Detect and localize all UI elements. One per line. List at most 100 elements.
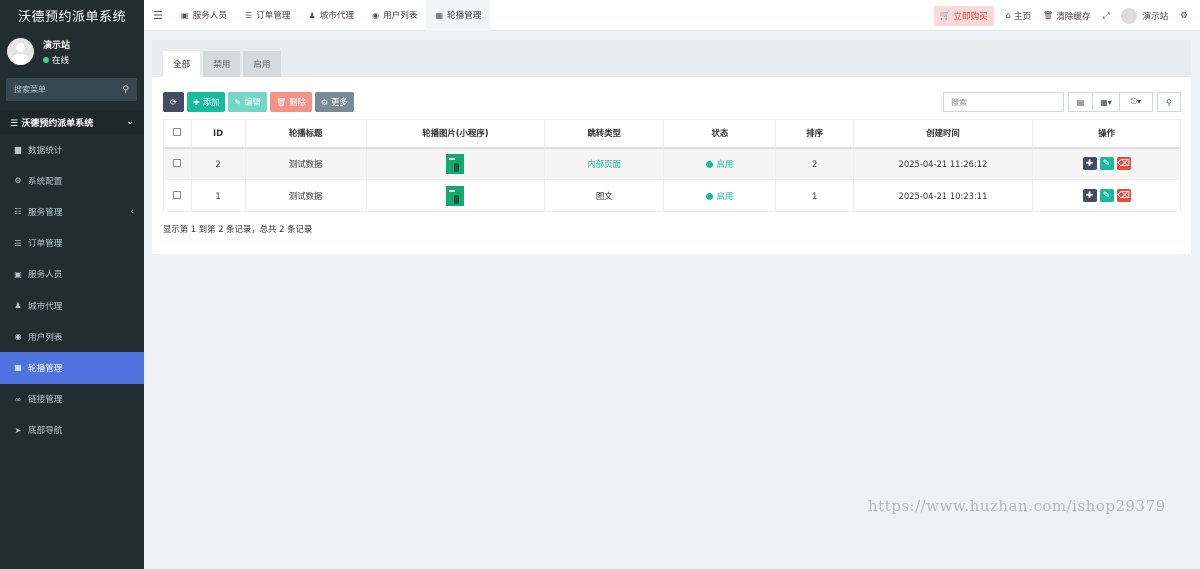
send-icon: ➤ <box>14 425 22 435</box>
filter-tabs: 全部 禁用 启用 <box>152 40 1191 77</box>
menu-toggle-icon[interactable]: ☰ <box>144 9 172 22</box>
plus-icon: ✚ <box>193 97 200 107</box>
select-all-checkbox[interactable] <box>173 128 182 137</box>
app-title[interactable]: 沃德预约派单系统 <box>0 0 144 31</box>
cell-sort: 2 <box>775 147 854 180</box>
banner-thumbnail[interactable] <box>446 185 465 206</box>
trash-icon: 🗑 <box>1043 11 1054 20</box>
row-edit-button[interactable]: ✎ <box>1099 157 1114 171</box>
filter-tab-enabled[interactable]: 启用 <box>243 51 281 77</box>
settings-gear-icon[interactable]: ⚙ <box>1180 11 1188 21</box>
list-icon: ☷ <box>14 207 22 217</box>
tab-banners[interactable]: ▦ 轮播管理 <box>426 0 491 31</box>
export-button[interactable]: ⎋▾ <box>1120 92 1153 112</box>
trash-icon: 🗑 <box>275 97 287 107</box>
search-icon[interactable]: ⚲ <box>122 85 129 95</box>
col-sort[interactable]: 排序 <box>775 119 854 149</box>
tab-staff[interactable]: ▣ 服务人员 <box>172 0 236 31</box>
table-icon: ▤ <box>1076 97 1085 107</box>
row-checkbox[interactable] <box>173 158 182 167</box>
cell-title: 测试数据 <box>244 147 367 180</box>
user-circle-icon: ◉ <box>14 332 22 342</box>
buy-button[interactable]: 🛒 立即购买 <box>933 5 994 26</box>
list-icon: ☰ <box>244 10 253 20</box>
id-card-icon: ▣ <box>181 10 189 20</box>
status-dot-icon <box>706 192 714 200</box>
menu-search-input[interactable]: 搜索菜单 ⚲ <box>6 78 137 101</box>
delete-button[interactable]: 🗑 删除 <box>269 92 312 112</box>
filter-tab-all[interactable]: 全部 <box>163 51 201 77</box>
row-actions: ✚ ✎ ⌫ <box>1082 157 1131 171</box>
content-panel: 全部 禁用 启用 ⟳ ✚ 添加 ✎ 编辑 🗑 删除 ⚙ 更多 搜索 ▤ ▦▾ ⎋▾ ⚲ … <box>152 40 1191 254</box>
row-delete-button[interactable]: ⌫ <box>1116 189 1131 202</box>
row-edit-button[interactable]: ✎ <box>1099 189 1114 202</box>
tab-agents[interactable]: ♟ 城市代理 <box>300 0 364 31</box>
edit-button[interactable]: ✎ 编辑 <box>228 92 267 112</box>
advanced-search-button[interactable]: ⚲ <box>1157 92 1181 112</box>
user-panel: 演示站 在线 <box>0 31 144 72</box>
fullscreen-icon[interactable]: ⤢ <box>1103 11 1110 21</box>
banner-thumbnail[interactable] <box>446 153 465 174</box>
sidebar-item-users[interactable]: ◉ 用户列表 <box>0 321 144 352</box>
image-icon: ▦ <box>435 10 444 20</box>
user-menu[interactable]: 演示站 <box>1121 7 1168 24</box>
col-title[interactable]: 轮播标题 <box>244 119 367 149</box>
home-link[interactable]: ⌂ 主页 <box>1006 10 1031 22</box>
cell-status[interactable]: 启用 <box>716 191 733 201</box>
online-dot-icon <box>43 56 49 63</box>
top-navbar: ☰ ▣ 服务人员 ☰ 订单管理 ♟ 城市代理 ◉ 用户列表 ▦ 轮播管理 🛒 立即购买 ⌂ 主… <box>144 0 1200 31</box>
row-delete-button[interactable]: ⌫ <box>1116 157 1131 171</box>
chevron-left-icon: ‹ <box>130 206 134 217</box>
table-row[interactable]: 1 测试数据 图文 启用 1 2025-04-21 10:23:11 ✚ ✎ ⌫ <box>163 179 1181 212</box>
tab-orders[interactable]: ☰ 订单管理 <box>236 0 300 31</box>
export-icon: ⎋▾ <box>1130 97 1142 106</box>
tab-users[interactable]: ◉ 用户列表 <box>363 0 426 31</box>
home-icon: ⌂ <box>1005 11 1011 20</box>
table-header-row: ID 轮播标题 轮播图片(小程序) 跳转类型 状态 排序 创建时间 操作 <box>163 119 1181 149</box>
cell-id: 1 <box>190 179 246 212</box>
sidebar-item-banners[interactable]: ▦ 轮播管理 <box>0 352 144 384</box>
sidebar-item-orders[interactable]: ☰ 订单管理 <box>0 228 144 259</box>
drag-sort-button[interactable]: ✚ <box>1082 189 1097 202</box>
col-status[interactable]: 状态 <box>663 119 777 149</box>
gear-icon: ⚙ <box>320 97 329 107</box>
cell-status[interactable]: 启用 <box>716 159 733 169</box>
sidebar-item-config[interactable]: ⚙ 系统配置 <box>0 165 144 196</box>
sidebar-item-services[interactable]: ☷ 服务管理 ‹ <box>0 196 144 227</box>
col-created[interactable]: 创建时间 <box>852 119 1034 149</box>
row-checkbox[interactable] <box>173 190 182 199</box>
more-button[interactable]: ⚙ 更多 <box>314 92 354 112</box>
trash-icon: ⌫ <box>1117 190 1130 201</box>
drag-sort-button[interactable]: ✚ <box>1082 157 1097 171</box>
col-image[interactable]: 轮播图片(小程序) <box>365 119 546 149</box>
filter-tab-disabled[interactable]: 禁用 <box>203 51 241 77</box>
table-tools: ▤ ▦▾ ⎋▾ ⚲ <box>1068 92 1181 112</box>
grid-icon: ▦▾ <box>1100 97 1112 107</box>
add-button[interactable]: ✚ 添加 <box>187 92 226 112</box>
topbar-right: 🛒 立即购买 ⌂ 主页 🗑 清除缓存 ⤢ 演示站 ⚙ <box>933 0 1200 31</box>
select-all-checkbox-cell <box>163 119 192 149</box>
table-toolbar: ⟳ ✚ 添加 ✎ 编辑 🗑 删除 ⚙ 更多 <box>163 92 357 112</box>
sidebar-item-links[interactable]: ∞ 链接管理 <box>0 384 144 415</box>
cell-id: 2 <box>190 147 246 180</box>
table-search-input[interactable]: 搜索 <box>943 92 1064 112</box>
sidebar-item-agents[interactable]: ♟ 城市代理 <box>0 290 144 321</box>
search-icon: ⚲ <box>1166 97 1172 107</box>
sidebar-item-stats[interactable]: ▆ 数据统计 <box>0 134 144 165</box>
cell-created: 2025-04-21 11:26:12 <box>852 147 1034 180</box>
refresh-button[interactable]: ⟳ <box>163 92 185 112</box>
toggle-view-button[interactable]: ▤ <box>1068 92 1093 112</box>
image-icon: ▦ <box>14 363 22 373</box>
clear-cache-button[interactable]: 🗑 清除缓存 <box>1043 10 1091 22</box>
sidebar-item-staff[interactable]: ▣ 服务人员 <box>0 259 144 290</box>
cell-jump-type[interactable]: 内部页面 <box>587 159 621 169</box>
table-row[interactable]: 2 测试数据 内部页面 启用 2 2025-04-21 11:26:12 ✚ ✎… <box>163 147 1181 180</box>
status-dot-icon <box>706 160 714 168</box>
pagination-info: 显示第 1 到第 2 条记录，总共 2 条记录 <box>163 224 313 234</box>
col-id[interactable]: ID <box>190 119 246 149</box>
col-jump-type[interactable]: 跳转类型 <box>544 119 665 149</box>
columns-button[interactable]: ▦▾ <box>1093 92 1120 112</box>
sidebar-item-bottom-nav[interactable]: ➤ 底部导航 <box>0 415 144 446</box>
move-icon: ✚ <box>1085 190 1094 201</box>
sidebar-menu-header[interactable]: ☰ 沃德预约派单系统 ⌄ <box>0 110 144 134</box>
